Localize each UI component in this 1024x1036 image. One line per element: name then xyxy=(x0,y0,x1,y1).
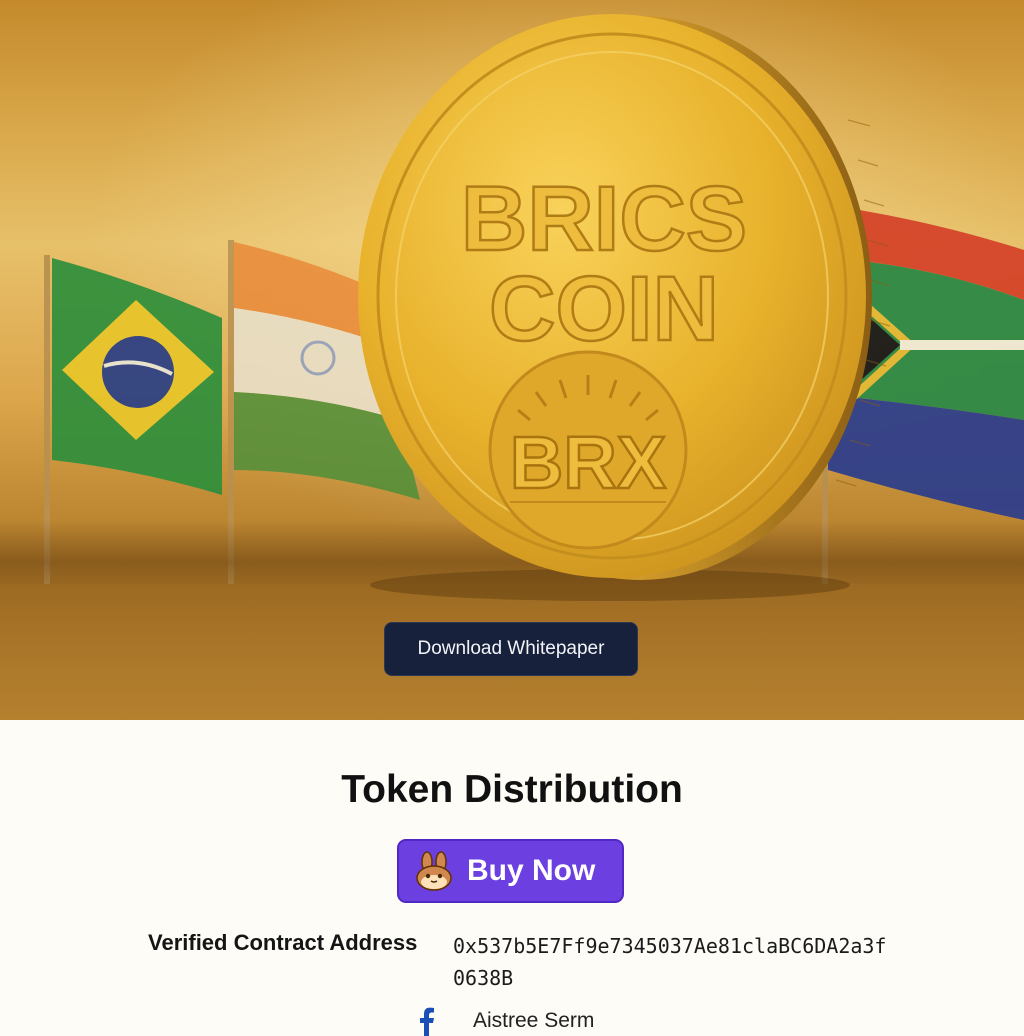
coin-line1-text: BRICS xyxy=(461,168,747,270)
coin-ticker-text: BRX xyxy=(510,421,666,504)
buy-now-label: Buy Now xyxy=(467,854,596,887)
hero-banner: BRICS COIN BRX Download Whitepaper xyxy=(0,0,1024,720)
facebook-icon xyxy=(420,1007,434,1036)
brics-coin-image: BRICS COIN BRX xyxy=(358,14,891,601)
social-label: Aistree Serm xyxy=(473,1009,595,1032)
download-whitepaper-button[interactable]: Download Whitepaper xyxy=(384,622,638,676)
coin-line2-text: COIN xyxy=(489,258,719,360)
contract-address-label: Verified Contract Address xyxy=(148,930,418,955)
pancakeswap-bunny-icon xyxy=(416,851,452,891)
token-section: Token Distribution Buy Now Verified Cont… xyxy=(0,720,1024,1036)
buy-now-button[interactable]: Buy Now xyxy=(397,839,624,903)
social-link[interactable]: Aistree Serm xyxy=(415,1006,594,1036)
section-title: Token Distribution xyxy=(341,768,683,811)
contract-address-value[interactable]: 0x537b5E7Ff9e7345037Ae81claBC6DA2a3f0638… xyxy=(453,930,893,994)
